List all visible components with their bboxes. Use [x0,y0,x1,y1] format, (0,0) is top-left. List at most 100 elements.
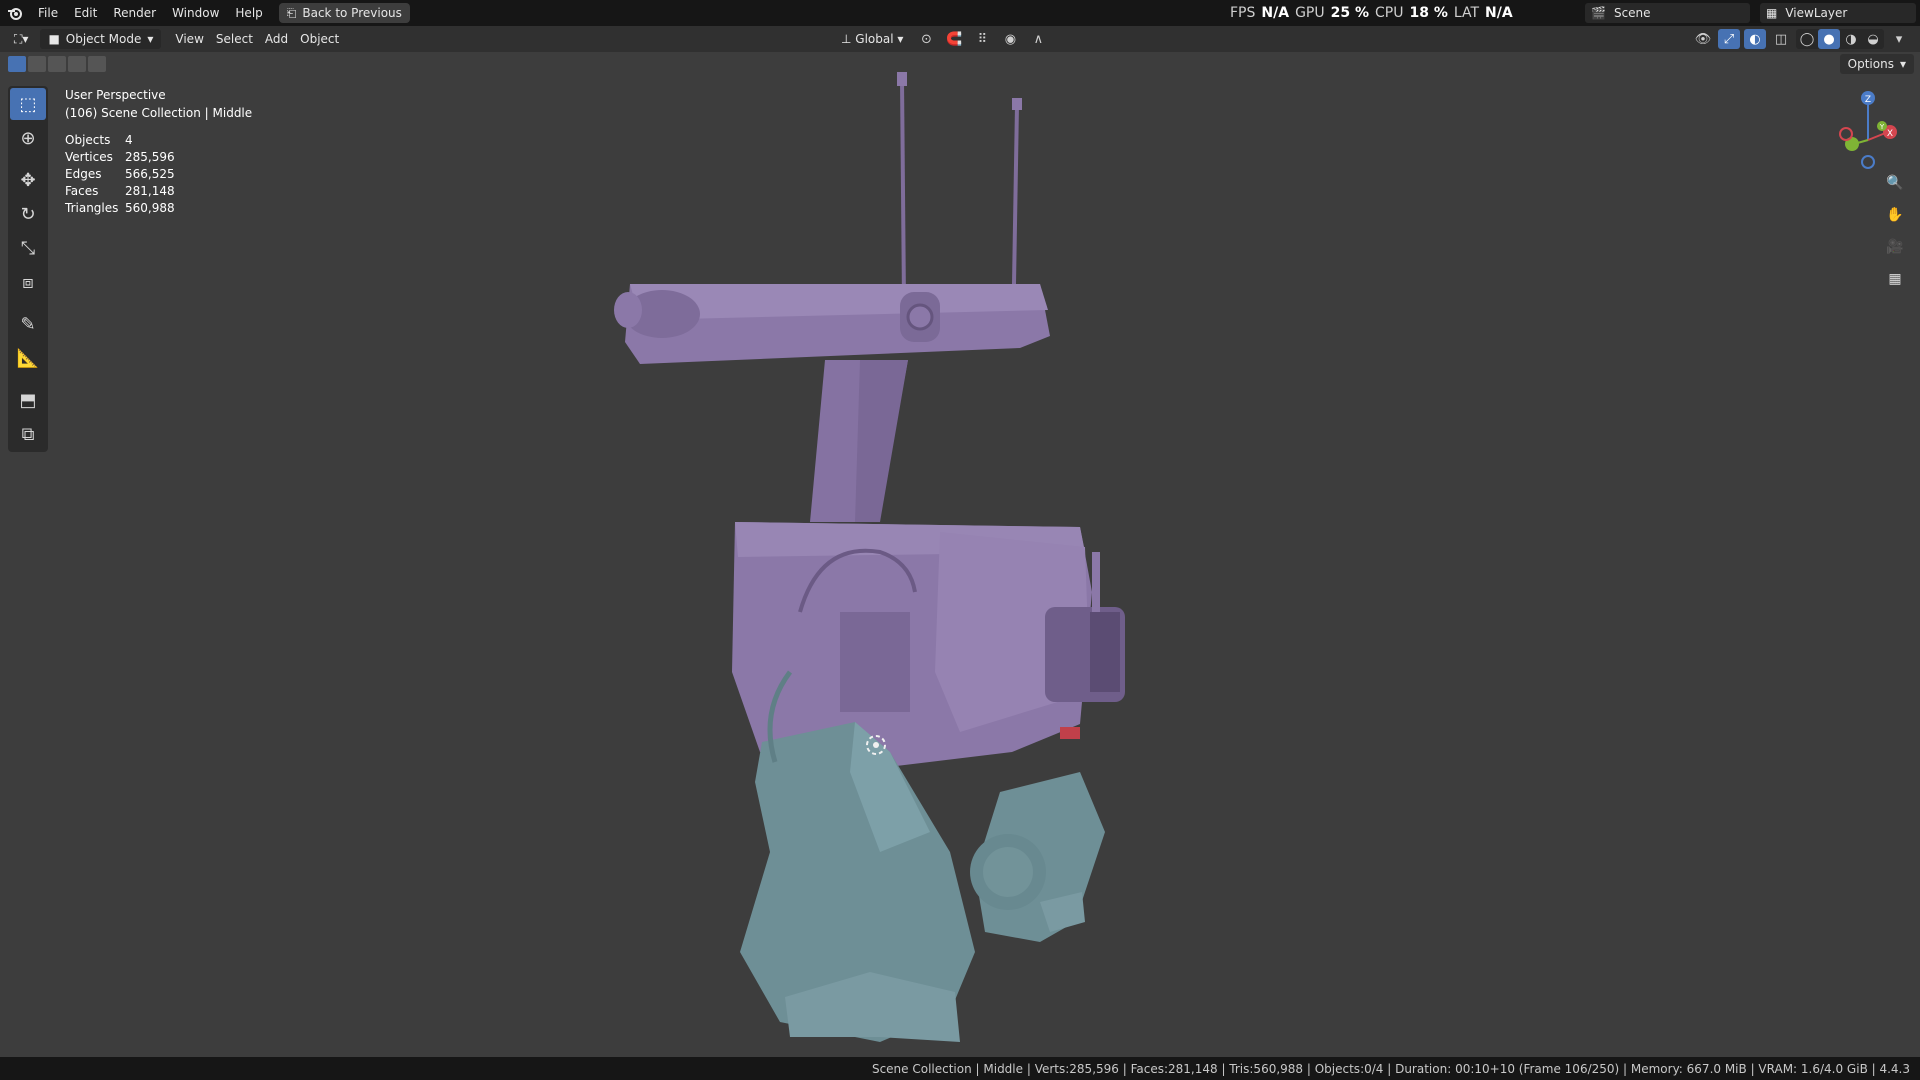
rendered-shading-icon[interactable]: ◒ [1862,29,1884,49]
cpu-label: CPU [1375,5,1404,21]
select-invert-icon[interactable] [68,56,86,72]
viewport-display-tools: 👁 ⤢ ◐ ◫ ◯ ● ◑ ◒ ▾ [1692,29,1910,49]
camera-icon[interactable]: 🎥 [1882,234,1908,260]
toolbar-divider [10,300,46,306]
back-icon: ⎗ [286,5,297,20]
object-mode-icon: ■ [48,32,60,46]
grid-icon[interactable]: ▦ [1882,266,1908,292]
viewport-header: ⛶▾ ■ Object Mode ▾ View Select Add Objec… [0,26,1920,52]
transform-tools: ⊥ Global ▾ ⊙ 🧲 ⠿ ◉ ∧ [835,29,1049,49]
zoom-icon[interactable]: 🔍 [1882,170,1908,196]
gpu-label: GPU [1295,5,1325,21]
stat-label: Edges [65,167,102,181]
menu-object[interactable]: Object [294,29,345,49]
stat-value: 566,525 [125,167,175,181]
back-to-previous-label: Back to Previous [302,6,402,20]
select-intersect-icon[interactable] [88,56,106,72]
viewport-navigation: 🔍 ✋ 🎥 ▦ [1882,170,1908,292]
shading-modes: ◯ ● ◑ ◒ [1796,29,1884,49]
xray-icon[interactable]: ◫ [1770,29,1792,49]
scale-icon[interactable]: ⤡ [10,232,46,264]
options-dropdown[interactable]: Options ▾ [1839,54,1914,74]
chevron-down-icon: ▾ [147,32,154,46]
status-text: Scene Collection | Middle | Verts:285,59… [871,1061,1910,1076]
material-shading-icon[interactable]: ◑ [1840,29,1862,49]
stat-label: Vertices [65,150,113,164]
mode-label: Object Mode [65,32,142,46]
select-box-icon[interactable]: ⬚ [10,88,46,120]
gizmo-y-label: Y [1879,123,1885,131]
select-new-icon[interactable] [8,56,26,72]
move-icon[interactable]: ✥ [10,164,46,196]
stat-row: Objects 4 [65,132,252,149]
transform-icon[interactable]: ⧈ [10,266,46,298]
gizmo-neg-x[interactable] [1839,127,1853,141]
editor-type-icon[interactable]: ⛶▾ [8,29,34,49]
toolbar-divider [10,376,46,382]
wireframe-shading-icon[interactable]: ◯ [1796,29,1818,49]
lat-label: LAT [1453,5,1480,21]
robot-model[interactable] [0,52,1920,1057]
collection-label: (106) Scene Collection | Middle [65,106,253,120]
view-layer-name: ViewLayer [1785,6,1848,20]
view-layer-icon: ▦ [1766,6,1778,20]
stat-label: Faces [65,184,99,198]
shading-options-chevron-icon[interactable]: ▾ [1888,29,1910,49]
pivot-icon[interactable]: ⊙ [915,29,937,49]
stat-row: Triangles 560,988 [65,200,252,217]
snap-target-icon[interactable]: ⠿ [971,29,993,49]
menu-add[interactable]: Add [259,29,294,49]
lat-value: N/A [1485,5,1513,21]
gizmo-x-label: X [1887,129,1893,139]
select-subtract-icon[interactable] [48,56,66,72]
performance-stats: FPS N/A GPU 25 % CPU 18 % LAT N/A [1230,0,1513,26]
extrude-icon[interactable]: ⧉ [10,418,46,450]
top-menu-bar: File Edit Render Window Help ⎗ Back to P… [0,0,1920,26]
stat-row: Edges 566,525 [65,166,252,183]
overlay-toggle-icon[interactable]: ◐ [1744,29,1766,49]
scene-selector[interactable]: 🎬 Scene [1585,3,1750,23]
rotate-icon[interactable]: ↻ [10,198,46,230]
measure-icon[interactable]: 📐 [10,342,46,374]
gpu-value: 25 % [1330,5,1369,21]
cpu-value: 18 % [1409,5,1448,21]
visibility-icon[interactable]: 👁 [1692,29,1714,49]
add-cube-icon[interactable]: ⬒ [10,384,46,416]
back-to-previous-button[interactable]: ⎗ Back to Previous [278,3,410,23]
blender-logo-icon[interactable] [0,0,30,26]
chevron-down-icon: ▾ [1899,57,1906,71]
selection-mode-group [8,56,106,72]
pan-icon[interactable]: ✋ [1882,202,1908,228]
viewport-info-overlay: User Perspective (106) Scene Collection … [65,86,252,217]
menu-help[interactable]: Help [227,0,270,26]
stat-value: 560,988 [125,201,175,215]
menu-file[interactable]: File [30,0,66,26]
view-layer-selector[interactable]: ▦ ViewLayer [1760,3,1916,23]
proportional-edit-icon[interactable]: ◉ [999,29,1021,49]
select-extend-icon[interactable] [28,56,46,72]
menu-view[interactable]: View [169,29,209,49]
gizmo-neg-z[interactable] [1861,155,1875,169]
3d-viewport[interactable]: Options ▾ ⬚ ⊕ ✥ ↻ ⤡ ⧈ ✎ 📐 ⬒ ⧉ User Persp… [0,52,1920,1057]
stat-row: Vertices 285,596 [65,149,252,166]
menu-select[interactable]: Select [210,29,259,49]
menu-render[interactable]: Render [105,0,164,26]
snap-icon[interactable]: 🧲 [943,29,965,49]
orientation-label: Global [855,32,894,46]
fps-label: FPS [1230,5,1256,21]
gizmo-toggle-icon[interactable]: ⤢ [1718,29,1740,49]
annotate-icon[interactable]: ✎ [10,308,46,340]
falloff-icon[interactable]: ∧ [1027,29,1049,49]
orientation-select[interactable]: ⊥ Global ▾ [835,29,909,49]
menu-edit[interactable]: Edit [66,0,105,26]
stat-row: Faces 281,148 [65,183,252,200]
cursor-icon[interactable]: ⊕ [10,122,46,154]
stat-value: 281,148 [125,184,175,198]
navigation-gizmo[interactable]: Z X Y [1830,82,1900,182]
gizmo-z-label: Z [1865,95,1871,105]
fps-value: N/A [1261,5,1290,21]
mode-select[interactable]: ■ Object Mode ▾ [40,29,162,49]
solid-shading-icon[interactable]: ● [1818,29,1840,49]
perspective-label: User Perspective [65,88,166,102]
menu-window[interactable]: Window [164,0,227,26]
